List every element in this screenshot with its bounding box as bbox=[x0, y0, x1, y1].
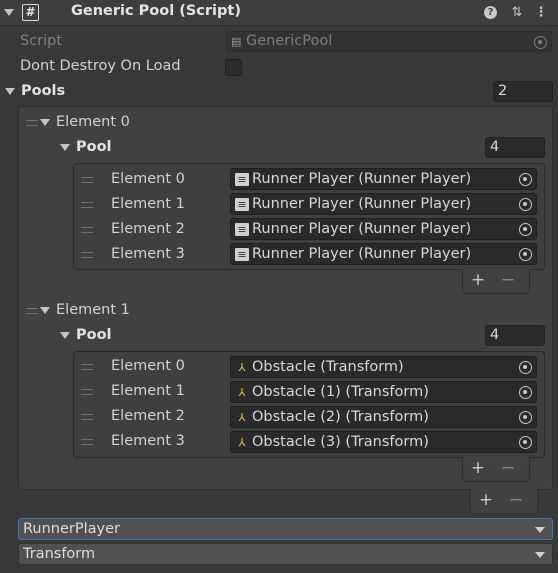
drag-handle-icon[interactable] bbox=[26, 308, 38, 314]
list-add-remove: + − bbox=[462, 457, 530, 482]
transform-icon: ⅄ bbox=[238, 386, 246, 399]
object-picker-icon[interactable] bbox=[519, 198, 532, 211]
object-picker-icon[interactable] bbox=[519, 223, 532, 236]
object-field-value: Runner Player (Runner Player) bbox=[252, 246, 472, 262]
object-field[interactable]: ≡ Runner Player (Runner Player) bbox=[230, 193, 537, 215]
script-label: Script bbox=[20, 33, 63, 49]
list-item-label: Element 1 bbox=[111, 383, 185, 399]
list-item-label: Element 0 bbox=[111, 171, 185, 187]
pool-foldout-icon[interactable] bbox=[60, 332, 70, 339]
transform-icon: ⅄ bbox=[238, 436, 246, 449]
object-field[interactable]: ≡ Runner Player (Runner Player) bbox=[230, 168, 537, 190]
script-field: ▤ GenericPool bbox=[226, 31, 552, 52]
list-item-label: Element 3 bbox=[111, 433, 185, 449]
pools-size-field[interactable]: 2 bbox=[493, 81, 553, 102]
script-file-icon: ▤ bbox=[231, 35, 242, 48]
object-field[interactable]: ≡ Runner Player (Runner Player) bbox=[230, 218, 537, 240]
object-field-value: Obstacle (Transform) bbox=[252, 359, 404, 375]
object-field-value: Runner Player (Runner Player) bbox=[252, 196, 472, 212]
list-item-label: Element 0 bbox=[111, 358, 185, 374]
script-file-icon: ≡ bbox=[235, 172, 249, 186]
script-field-value: GenericPool bbox=[246, 33, 333, 49]
drag-handle-icon[interactable] bbox=[81, 177, 93, 183]
remove-element-button[interactable]: − bbox=[493, 457, 523, 479]
object-field-value: Obstacle (1) (Transform) bbox=[252, 384, 429, 400]
help-icon[interactable]: ? bbox=[484, 6, 497, 19]
add-element-button[interactable]: + bbox=[463, 269, 493, 291]
drag-handle-icon[interactable] bbox=[81, 439, 93, 445]
object-field[interactable]: ⅄ Obstacle (3) (Transform) bbox=[230, 431, 537, 453]
script-file-icon: ≡ bbox=[235, 197, 249, 211]
remove-element-button[interactable]: − bbox=[493, 269, 523, 291]
object-field[interactable]: ⅄ Obstacle (2) (Transform) bbox=[230, 406, 537, 428]
drag-handle-icon[interactable] bbox=[81, 414, 93, 420]
object-picker-icon[interactable] bbox=[519, 361, 532, 374]
pool-label: Pool bbox=[76, 327, 112, 343]
script-icon: # bbox=[22, 4, 39, 21]
list-item-label: Element 2 bbox=[111, 408, 185, 424]
transform-icon: ⅄ bbox=[238, 411, 246, 424]
object-picker-icon bbox=[534, 36, 547, 49]
component-dropdown[interactable]: Transform bbox=[18, 543, 553, 565]
dropdown-arrow-icon bbox=[535, 552, 545, 558]
pool-size-field[interactable]: 4 bbox=[485, 137, 545, 158]
object-picker-icon[interactable] bbox=[519, 411, 532, 424]
dropdown-arrow-icon bbox=[535, 527, 545, 533]
list-item-label: Element 1 bbox=[111, 196, 185, 212]
object-picker-icon[interactable] bbox=[519, 248, 532, 261]
remove-pool-button[interactable]: − bbox=[501, 489, 531, 511]
dont-destroy-checkbox[interactable] bbox=[225, 59, 242, 76]
add-pool-button[interactable]: + bbox=[471, 489, 501, 511]
transform-icon: ⅄ bbox=[238, 361, 246, 374]
drag-handle-icon[interactable] bbox=[81, 227, 93, 233]
list-add-remove: + − bbox=[462, 269, 530, 294]
pool-size-field[interactable]: 4 bbox=[485, 325, 545, 346]
drag-handle-icon[interactable] bbox=[26, 120, 38, 126]
object-picker-icon[interactable] bbox=[519, 386, 532, 399]
script-file-icon: ≡ bbox=[235, 222, 249, 236]
object-field[interactable]: ≡ Runner Player (Runner Player) bbox=[230, 243, 537, 265]
list-item-label: Element 2 bbox=[111, 221, 185, 237]
element-foldout-icon[interactable] bbox=[40, 119, 50, 126]
list-item-label: Element 3 bbox=[111, 246, 185, 262]
drag-handle-icon[interactable] bbox=[81, 364, 93, 370]
drag-handle-icon[interactable] bbox=[81, 252, 93, 258]
object-field-value: Obstacle (3) (Transform) bbox=[252, 434, 429, 450]
component-title: Generic Pool (Script) bbox=[71, 3, 241, 19]
object-field-value: Runner Player (Runner Player) bbox=[252, 171, 472, 187]
type-dropdown[interactable]: RunnerPlayer bbox=[18, 518, 553, 540]
pools-label: Pools bbox=[21, 83, 66, 99]
object-field[interactable]: ⅄ Obstacle (1) (Transform) bbox=[230, 381, 537, 403]
object-field-value: Runner Player (Runner Player) bbox=[252, 221, 472, 237]
foldout-arrow-icon[interactable] bbox=[4, 9, 14, 16]
pool-element-label: Element 1 bbox=[56, 302, 130, 318]
dropdown-value: RunnerPlayer bbox=[23, 521, 120, 537]
object-field[interactable]: ⅄ Obstacle (Transform) bbox=[230, 356, 537, 378]
menu-icon[interactable]: ⋮ bbox=[533, 5, 549, 21]
pool-label: Pool bbox=[76, 139, 112, 155]
dropdown-value: Transform bbox=[23, 546, 96, 562]
pools-add-remove: + − bbox=[470, 489, 538, 514]
presets-icon[interactable]: ⇅ bbox=[509, 5, 525, 21]
pool-foldout-icon[interactable] bbox=[60, 144, 70, 151]
pools-foldout-icon[interactable] bbox=[5, 88, 15, 95]
element-foldout-icon[interactable] bbox=[40, 307, 50, 314]
script-file-icon: ≡ bbox=[235, 247, 249, 261]
add-element-button[interactable]: + bbox=[463, 457, 493, 479]
dont-destroy-label: Dont Destroy On Load bbox=[20, 58, 181, 74]
object-field-value: Obstacle (2) (Transform) bbox=[252, 409, 429, 425]
drag-handle-icon[interactable] bbox=[81, 389, 93, 395]
object-picker-icon[interactable] bbox=[519, 436, 532, 449]
object-picker-icon[interactable] bbox=[519, 173, 532, 186]
drag-handle-icon[interactable] bbox=[81, 202, 93, 208]
pool-element-label: Element 0 bbox=[56, 114, 130, 130]
